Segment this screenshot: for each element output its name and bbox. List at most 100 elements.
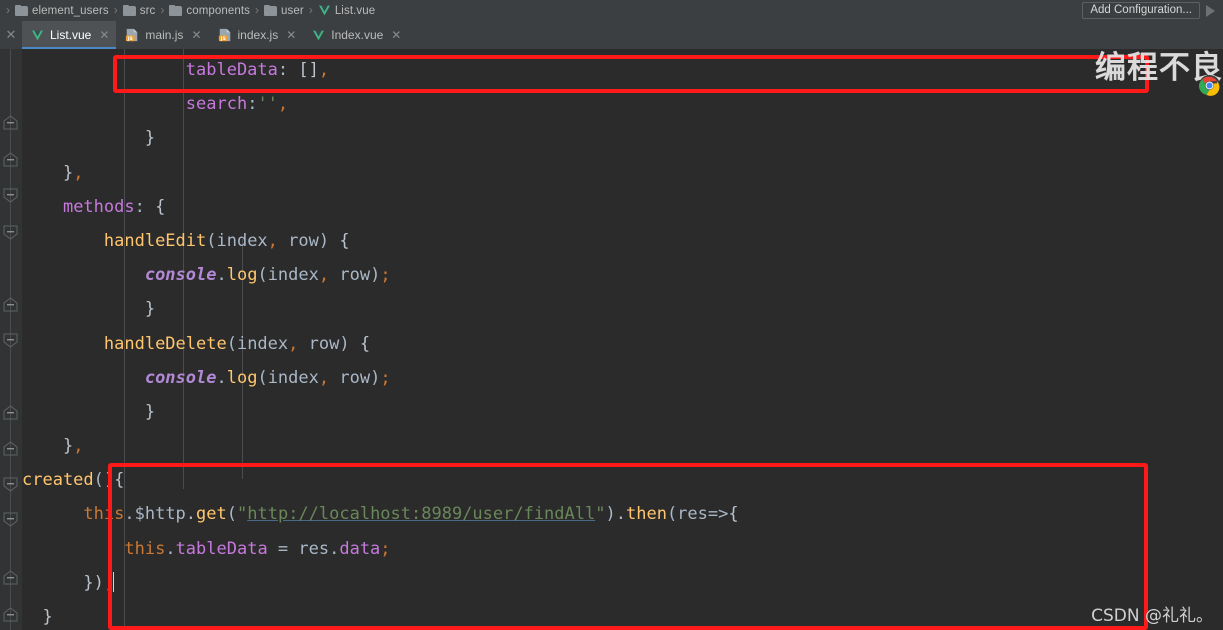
code-line[interactable]: this.tableData = res.data;: [22, 532, 1223, 566]
code-line[interactable]: }: [22, 395, 1223, 429]
close-icon[interactable]: ✕: [286, 28, 296, 42]
code-token: row): [277, 230, 340, 251]
fold-marker-end[interactable]: [2, 477, 19, 492]
code-token: .: [216, 367, 227, 388]
code-line[interactable]: created(){: [22, 463, 1223, 497]
breadcrumb-separator: ›: [308, 3, 313, 17]
code-token: (index: [206, 230, 268, 251]
code-content[interactable]: tableData: [], search:'', } }, methods: …: [22, 49, 1223, 630]
breadcrumb-item-list-vue[interactable]: List.vue: [317, 0, 376, 21]
text-caret: [113, 571, 115, 592]
code-token: ,: [318, 367, 330, 388]
code-token: search: [185, 94, 248, 115]
editor-gutter[interactable]: [0, 49, 22, 630]
close-icon[interactable]: ✕: [391, 28, 401, 42]
code-line[interactable]: handleEdit(index, row) {: [22, 224, 1223, 258]
code-token: {: [728, 504, 739, 525]
code-token: (index: [257, 367, 319, 388]
code-token: console: [144, 367, 217, 388]
code-line[interactable]: });: [22, 566, 1223, 600]
run-play-icon[interactable]: [1206, 4, 1215, 17]
tab-main-js[interactable]: JS main.js ✕: [116, 21, 208, 49]
tab-label: Index.vue: [331, 28, 384, 42]
fold-marker-start[interactable]: [2, 570, 19, 585]
code-token: ;: [380, 538, 391, 559]
breadcrumb-item-src[interactable]: src: [122, 0, 157, 21]
fold-marker-end[interactable]: [2, 188, 19, 203]
code-token: http://localhost:8989/user/findAll: [247, 504, 596, 525]
close-icon[interactable]: ✕: [0, 21, 22, 49]
breadcrumb-item-label: user: [281, 4, 304, 17]
breadcrumb-item-components[interactable]: components: [168, 0, 251, 21]
add-configuration-button[interactable]: Add Configuration...: [1082, 2, 1200, 19]
code-line[interactable]: }: [22, 292, 1223, 326]
folder-icon: [122, 5, 136, 16]
code-token: tableData: [175, 538, 268, 559]
code-token: ,: [73, 436, 84, 457]
code-token: ;: [380, 367, 391, 388]
code-token: .$http.: [124, 504, 197, 525]
close-icon[interactable]: ✕: [99, 28, 109, 42]
tab-index-vue[interactable]: Index.vue ✕: [303, 21, 408, 49]
code-line[interactable]: tableData: [],: [22, 53, 1223, 87]
fold-marker-end[interactable]: [2, 333, 19, 348]
tab-index-js[interactable]: JS index.js ✕: [209, 21, 304, 49]
fold-marker-start[interactable]: [2, 115, 19, 130]
fold-marker-start[interactable]: [2, 152, 19, 167]
breadcrumb-separator: ›: [160, 3, 165, 17]
code-line[interactable]: console.log(index, row);: [22, 361, 1223, 395]
code-token: ;: [380, 265, 391, 286]
code-line[interactable]: this.$http.get("http://localhost:8989/us…: [22, 497, 1223, 531]
code-token: '': [257, 94, 278, 115]
code-token: handleEdit: [103, 230, 207, 251]
code-token: log: [226, 367, 258, 388]
code-token: this: [124, 538, 166, 559]
fold-marker-start[interactable]: [2, 297, 19, 312]
tab-list-vue[interactable]: List.vue ✕: [22, 21, 117, 49]
fold-marker-start[interactable]: [2, 405, 19, 420]
breadcrumb-item-label: element_users: [32, 4, 109, 17]
breadcrumb-item-element-users[interactable]: element_users: [14, 0, 110, 21]
code-token: console: [144, 265, 217, 286]
code-token: (index: [226, 333, 289, 354]
fold-marker-start[interactable]: [2, 441, 19, 456]
code-token: ,: [288, 333, 299, 354]
fold-marker-start[interactable]: [2, 607, 19, 622]
code-line[interactable]: console.log(index, row);: [22, 258, 1223, 292]
code-line[interactable]: handleDelete(index, row) {: [22, 327, 1223, 361]
code-token: (res=>: [666, 504, 729, 525]
code-token: data: [339, 538, 381, 559]
code-line[interactable]: methods: {: [22, 190, 1223, 224]
breadcrumb-leading-separator: ›: [6, 3, 10, 17]
code-token: row): [298, 333, 360, 354]
chrome-browser-icon[interactable]: [1198, 74, 1221, 97]
close-icon[interactable]: ✕: [191, 28, 201, 42]
code-editor[interactable]: tableData: [], search:'', } }, methods: …: [0, 49, 1223, 630]
code-line[interactable]: },: [22, 429, 1223, 463]
code-token: .: [165, 538, 176, 559]
code-line[interactable]: },: [22, 156, 1223, 190]
code-line[interactable]: }: [22, 600, 1223, 630]
code-token: }: [62, 436, 74, 457]
code-token: ,: [267, 230, 278, 251]
fold-marker-end[interactable]: [2, 225, 19, 240]
code-token: :: [134, 196, 156, 217]
code-line[interactable]: search:'',: [22, 87, 1223, 121]
breadcrumb-item-user[interactable]: user: [263, 0, 305, 21]
code-token: created: [22, 470, 94, 491]
fold-marker-end[interactable]: [2, 512, 19, 527]
code-token: (): [93, 470, 115, 491]
code-line[interactable]: }: [22, 121, 1223, 155]
breadcrumb: element_users › src › components › user › List.v…: [14, 0, 376, 21]
breadcrumb-separator: ›: [255, 3, 260, 17]
